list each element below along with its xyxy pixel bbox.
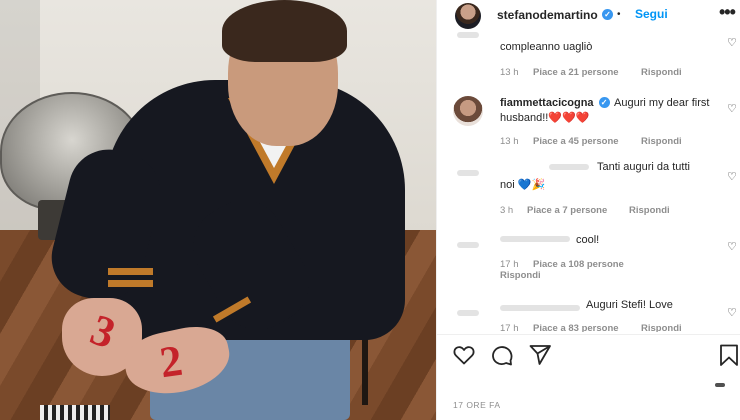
comment-text: Tanti auguri da tutti xyxy=(597,161,690,173)
post-photo[interactable]: 3 2 xyxy=(0,0,436,420)
post-header: stefanodemartino ✓ • Segui ••• xyxy=(437,0,740,30)
comment-age: 13 h xyxy=(500,67,519,78)
verified-badge-icon: ✓ xyxy=(598,97,610,108)
author-username[interactable]: stefanodemartino xyxy=(497,8,598,22)
comment-age: 17 h xyxy=(500,259,519,270)
blurred-avatar xyxy=(457,32,479,38)
comment-like-icon[interactable]: ♡ xyxy=(727,308,737,319)
likes-indicator xyxy=(715,383,725,387)
instagram-post-view: 3 2 stefanodemartino ✓ • Segui ••• compl… xyxy=(0,0,740,420)
sneaker xyxy=(40,405,110,420)
comment-icon[interactable] xyxy=(490,343,514,367)
blurred-username xyxy=(500,305,580,311)
comment-age: 13 h xyxy=(500,136,519,147)
reply-button[interactable]: Rispondi xyxy=(641,136,682,147)
party-emoji: 🎉 xyxy=(531,179,546,191)
blurred-avatar xyxy=(457,310,479,316)
action-bar xyxy=(437,334,740,375)
heart-icon[interactable] xyxy=(452,343,476,367)
comment-text-line2: noi 💙🎉 xyxy=(500,178,545,193)
sleeve-stripe xyxy=(108,268,153,275)
blue-heart-emoji: 💙 xyxy=(517,179,532,191)
comment-like-icon[interactable]: ♡ xyxy=(727,242,737,253)
reply-button[interactable]: Rispondi xyxy=(641,67,682,78)
comment-text: compleanno uagliò xyxy=(500,41,593,53)
comment-list[interactable]: compleanno uagliò ♡ 13 h Piace a 21 pers… xyxy=(437,30,740,332)
hair xyxy=(222,0,347,62)
comment-text: Auguri Stefi! Love xyxy=(586,299,673,311)
comment-text: noi xyxy=(500,179,515,191)
comment-age: 17 h xyxy=(500,323,519,332)
comments-panel: stefanodemartino ✓ • Segui ••• compleann… xyxy=(436,0,740,420)
comment-like-icon[interactable]: ♡ xyxy=(727,38,737,49)
sleeve-stripe xyxy=(108,280,153,287)
comment-likes[interactable]: Piace a 7 persone xyxy=(527,205,607,216)
follow-button[interactable]: Segui xyxy=(635,7,668,21)
comment-body: fiammettacicogna ✓ Auguri my dear first … xyxy=(500,96,710,126)
author-avatar[interactable] xyxy=(455,3,481,29)
post-timestamp: 17 ORE FA xyxy=(453,400,501,410)
comment-age: 3 h xyxy=(500,205,514,216)
blurred-avatar xyxy=(457,170,479,176)
comment-likes[interactable]: Piace a 45 persone xyxy=(533,136,619,147)
reply-button[interactable]: Rispondi xyxy=(500,270,541,281)
separator-dot: • xyxy=(617,9,621,20)
commenter-avatar[interactable] xyxy=(453,96,483,126)
comment-likes[interactable]: Piace a 108 persone xyxy=(533,259,624,270)
comment-emoji: ❤️❤️❤️ xyxy=(548,112,590,124)
comment-like-icon[interactable]: ♡ xyxy=(727,172,737,183)
share-icon[interactable] xyxy=(528,343,552,367)
comment-likes[interactable]: Piace a 83 persone xyxy=(533,323,619,332)
reply-button[interactable]: Rispondi xyxy=(629,205,670,216)
blurred-username xyxy=(549,164,589,170)
more-options-icon[interactable]: ••• xyxy=(719,2,736,23)
verified-badge-icon: ✓ xyxy=(602,9,613,20)
chair-leg xyxy=(362,330,368,405)
reply-button[interactable]: Rispondi xyxy=(641,323,682,332)
bookmark-icon[interactable] xyxy=(717,343,740,367)
comment-text: cool! xyxy=(576,234,600,246)
blurred-avatar xyxy=(457,242,479,248)
blurred-username xyxy=(500,236,570,242)
comment-like-icon[interactable]: ♡ xyxy=(727,104,737,115)
commenter-username[interactable]: fiammettacicogna xyxy=(500,97,594,109)
comment-likes[interactable]: Piace a 21 persone xyxy=(533,67,619,78)
